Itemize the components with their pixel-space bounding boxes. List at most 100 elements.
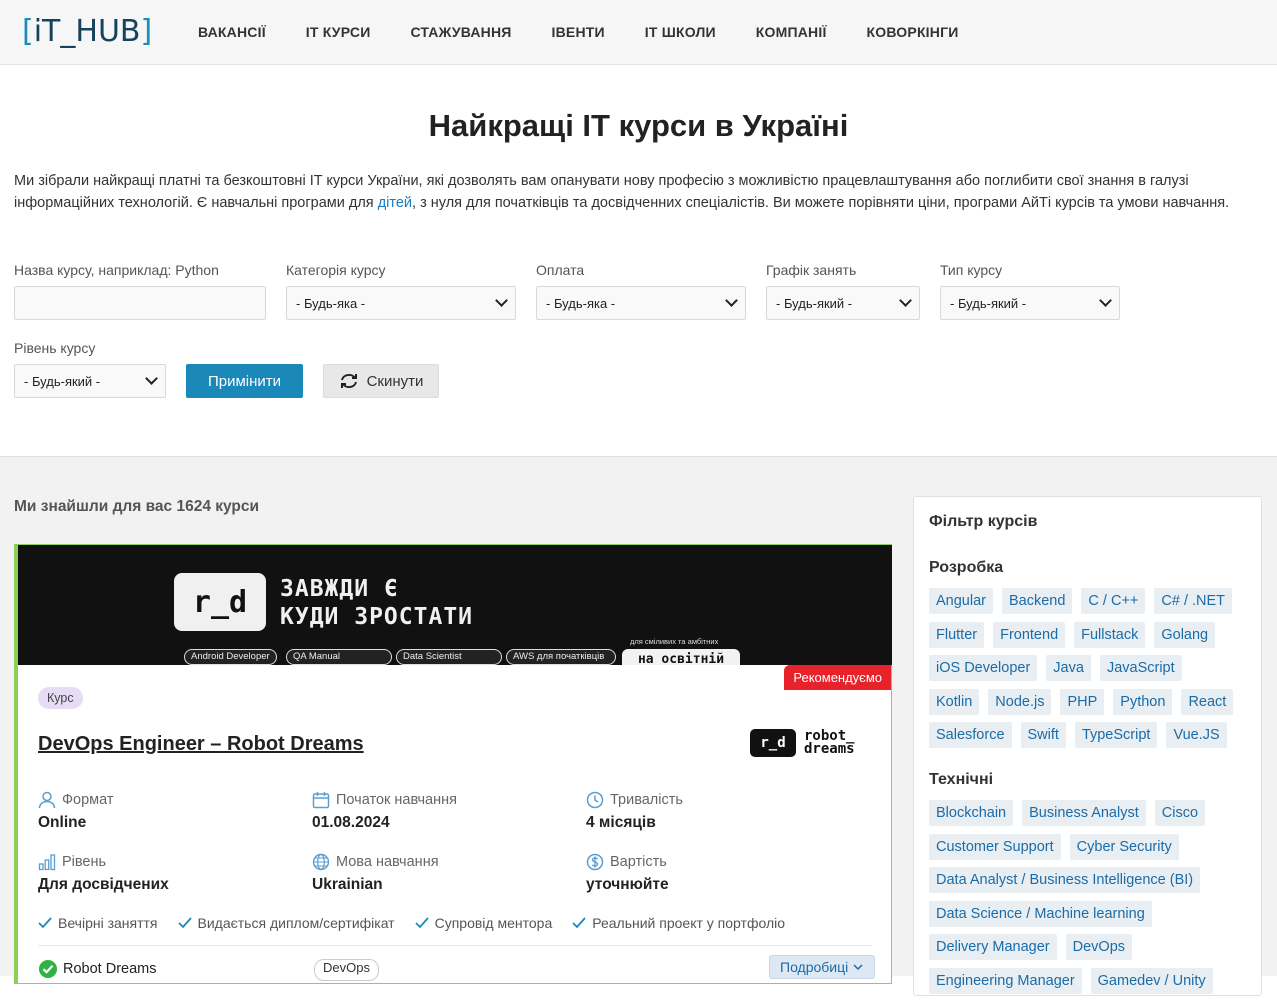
chevron-down-icon (853, 964, 863, 971)
filter-tag[interactable]: Frontend (993, 621, 1066, 648)
level-select[interactable]: - Будь-який - (14, 364, 166, 398)
feature-item: Вечірні заняття (38, 915, 158, 931)
verified-badge-icon (39, 960, 57, 978)
nav-item-vacancies[interactable]: ВАКАНСІЇ (198, 24, 266, 40)
nav-item-companies[interactable]: КОМПАНІЇ (756, 24, 827, 40)
filter-tag[interactable]: Salesforce (929, 722, 1012, 748)
section-title-development: Розробка (929, 559, 1004, 576)
nav-item-it-courses[interactable]: IT КУРСИ (306, 24, 371, 40)
payment-select[interactable]: - Будь-яка - (536, 286, 746, 320)
course-name-label: Назва курсу, наприклад: Python (14, 262, 219, 278)
calendar-icon (312, 792, 330, 809)
meta-level: Рівень Для досвідчених (38, 854, 169, 893)
filter-tag[interactable]: Node.js (988, 688, 1052, 715)
details-button[interactable]: Подробиці (769, 955, 876, 979)
school-name[interactable]: Robot Dreams (38, 959, 156, 979)
filter-tag[interactable]: Data Science / Machine learning (929, 900, 1152, 927)
school-logo[interactable]: r_d robot_ dreams (750, 729, 855, 757)
category-select[interactable]: - Будь-яка - (286, 286, 516, 320)
chevron-down-icon (495, 294, 508, 307)
nav-item-coworkings[interactable]: КОВОРКІНГИ (867, 24, 959, 40)
page-title: Найкращі IT курси в Україні (428, 108, 849, 143)
meta-format: Формат Online (38, 791, 114, 831)
meta-start-date: Початок навчання 01.08.2024 (312, 792, 457, 831)
reset-button[interactable]: Скинути (323, 364, 439, 398)
filter-tag[interactable]: Backend (1001, 588, 1073, 614)
schedule-label: Графік занять (766, 262, 857, 278)
filter-tag[interactable]: JavaScript (1099, 655, 1182, 681)
dollar-icon (586, 853, 604, 871)
course-name-input[interactable] (14, 286, 266, 320)
feature-item: Реальний проект у портфоліо (572, 915, 785, 931)
check-icon (414, 917, 429, 929)
filter-tag[interactable]: Data Analyst / Business Intelligence (BI… (929, 867, 1201, 893)
filter-tag[interactable]: Angular (929, 588, 993, 614)
apply-button[interactable]: Примінити (186, 364, 303, 398)
feature-item: Супровід ментора (414, 915, 552, 931)
site-logo[interactable]: [iT_HUB] (22, 14, 152, 50)
nav-item-it-schools[interactable]: IT ШКОЛИ (645, 24, 716, 40)
check-icon (38, 917, 52, 929)
nav-item-internships[interactable]: СТАЖУВАННЯ (410, 24, 511, 40)
course-title-link[interactable]: DevOps Engineer – Robot Dreams (38, 733, 364, 756)
filter-tag[interactable]: Swift (1020, 722, 1066, 748)
meta-duration: Тривалість 4 місяців (586, 791, 683, 831)
course-card: r_d ЗАВЖДИ Є КУДИ ЗРОСТАТИ Android Develo… (14, 544, 892, 984)
payment-label: Оплата (536, 262, 585, 278)
results-count: Ми знайшли для вас 1624 курси (14, 498, 260, 515)
filter-tag[interactable]: Flutter (929, 621, 985, 648)
feature-item: Видається диплом/сертифікат (177, 915, 395, 931)
check-icon (572, 917, 586, 929)
filter-tag[interactable]: PHP (1060, 688, 1105, 715)
card-divider (38, 945, 872, 946)
banner-pill: AWS для початківців (506, 649, 616, 665)
meta-language: Мова навчання Ukrainian (312, 853, 439, 893)
main-nav: ВАКАНСІЇ IT КУРСИ СТАЖУВАННЯ ІВЕНТИ IT Ш… (198, 0, 998, 64)
filter-tag[interactable]: TypeScript (1074, 722, 1158, 748)
chevron-down-icon (725, 294, 738, 307)
kids-link[interactable]: дітей (378, 195, 412, 211)
sidebar-title: Фільтр курсів (929, 513, 1038, 530)
filter-tag[interactable]: DevOps (1065, 934, 1133, 960)
filter-tag[interactable]: C / C++ (1081, 588, 1146, 614)
filter-tag[interactable]: Business Analyst (1022, 800, 1146, 826)
filter-tag[interactable]: Gamedev / Unity (1090, 967, 1213, 994)
chevron-down-icon (1099, 294, 1112, 307)
chevron-down-icon (899, 294, 912, 307)
level-label: Рівень курсу (14, 340, 96, 356)
course-banner[interactable]: r_d ЗАВЖДИ Є КУДИ ЗРОСТАТИ Android Develo… (18, 545, 892, 665)
filter-tag[interactable]: Delivery Manager (929, 934, 1057, 960)
chevron-down-icon (145, 372, 158, 385)
filter-tag[interactable]: Vue.JS (1166, 722, 1227, 748)
banner-logo: r_d (174, 573, 266, 631)
filter-tag[interactable]: iOS Developer (929, 655, 1038, 681)
filter-tag[interactable]: Customer Support (929, 833, 1061, 860)
filter-tag[interactable]: Fullstack (1074, 621, 1146, 648)
intro-text: Ми зібрали найкращі платні та безкоштовн… (14, 173, 1230, 211)
filter-tag[interactable]: C# / .NET (1154, 588, 1233, 614)
filter-tag[interactable]: React (1181, 688, 1234, 715)
check-icon (177, 917, 192, 929)
course-type-tag: Курс (38, 687, 83, 709)
filter-tag[interactable]: Cyber Security (1069, 833, 1179, 860)
development-tags: Angular Backend C / C++ C# / .NET Flutte… (929, 588, 1249, 756)
schedule-select[interactable]: - Будь-який - (766, 286, 920, 320)
filter-tag[interactable]: Cisco (1154, 800, 1206, 826)
filter-tag[interactable]: Golang (1154, 621, 1216, 648)
section-title-technical: Технічні (929, 771, 994, 788)
banner-white-text: на освітній (622, 649, 740, 665)
filter-tag[interactable]: Kotlin (929, 688, 980, 715)
filter-tag[interactable]: Python (1113, 688, 1173, 715)
course-type-select[interactable]: - Будь-який - (940, 286, 1120, 320)
category-tag[interactable]: DevOps (314, 959, 379, 981)
filter-tag[interactable]: Blockchain (929, 800, 1014, 826)
nav-item-events[interactable]: ІВЕНТИ (552, 24, 605, 40)
filter-tag[interactable]: Java (1046, 655, 1091, 681)
banner-pill: QA Manual (286, 649, 392, 665)
course-type-label: Тип курсу (940, 262, 1003, 278)
banner-pill: Android Developer (184, 649, 277, 665)
course-features: Вечірні заняття Видається диплом/сертифі… (38, 915, 805, 931)
school-logo-mark: r_d (750, 729, 796, 757)
school-logo-text: robot_ dreams (804, 728, 855, 757)
filter-tag[interactable]: Engineering Manager (929, 967, 1082, 994)
